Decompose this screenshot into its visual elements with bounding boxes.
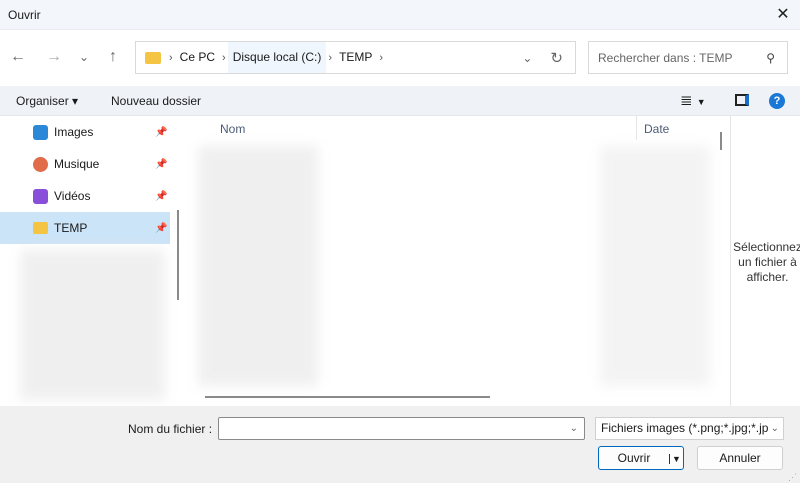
blurred-file-names [198,146,318,386]
breadcrumb-temp[interactable]: TEMP [334,42,377,73]
folder-icon [145,51,161,64]
address-bar[interactable]: › Ce PC › Disque local (C:) › TEMP › ⌄ ↻ [135,41,576,74]
open-button[interactable]: Ouvrir ▼ [598,446,684,470]
file-type-value: Fichiers images (*.png;*.jpg;*.jp [601,421,769,435]
help-icon[interactable]: ? [769,93,785,109]
separator-icon: › [328,51,333,64]
new-folder-button[interactable]: Nouveau dossier [111,94,201,108]
pin-icon[interactable]: 📌 [155,159,167,170]
blurred-file-dates [600,146,710,386]
sidebar-item-label: TEMP [54,221,88,235]
vertical-scrollbar[interactable] [720,132,722,150]
folder-icon [33,222,48,234]
chevron-down-icon: ⌄ [768,418,779,439]
preview-pane-icon[interactable] [735,94,749,106]
images-icon [33,124,48,140]
sidebar-item-label: Vidéos [54,189,91,203]
filename-label: Nom du fichier : [128,422,213,436]
open-dropdown-icon[interactable]: ▼ [669,454,681,464]
sidebar-scrollbar[interactable] [177,210,179,300]
address-dropdown-icon[interactable]: ⌄ [522,51,550,65]
refresh-icon[interactable]: ↻ [550,49,575,67]
sidebar-item-videos[interactable]: Vidéos 📌 [0,180,170,212]
organize-button[interactable]: Organiser ▾ [16,94,78,108]
column-header-name[interactable]: Nom [220,122,245,136]
pin-icon[interactable]: 📌 [155,223,167,234]
filename-input[interactable]: ⌄ [218,417,585,440]
title-bar [0,0,800,30]
search-icon: ⚲ [766,50,775,65]
cancel-button[interactable]: Annuler [697,446,783,470]
breadcrumb-ce-pc[interactable]: Ce PC [175,42,220,73]
window-title: Ouvrir [8,8,41,22]
videos-icon [33,188,48,204]
view-options-icon[interactable]: ≣ ▼ [680,91,706,109]
close-icon[interactable]: ✕ [772,4,794,26]
sidebar-item-label: Images [54,125,94,139]
resize-grip-icon[interactable]: ⋰ [788,472,797,483]
separator-icon: › [222,51,226,64]
separator-icon: › [169,51,173,64]
preview-message: Sélectionnez un fichier à afficher. [733,240,800,284]
recent-locations-icon[interactable]: ⌄ [72,45,96,69]
search-input[interactable]: Rechercher dans : TEMP ⚲ [588,41,788,74]
music-icon [33,156,48,172]
open-label: Ouvrir [617,451,651,465]
sidebar-item-images[interactable]: Images 📌 [0,116,170,148]
blurred-sidebar-items [20,250,165,400]
file-type-select[interactable]: Fichiers images (*.png;*.jpg;*.jp ⌄ [595,417,784,440]
sidebar-item-musique[interactable]: Musique 📌 [0,148,170,180]
forward-arrow-icon[interactable]: → [42,45,66,69]
search-placeholder: Rechercher dans : TEMP [598,50,733,65]
column-divider[interactable] [636,116,637,140]
horizontal-scrollbar[interactable] [205,396,490,398]
column-header-date[interactable]: Date [644,122,669,136]
pin-icon[interactable]: 📌 [155,127,167,138]
up-arrow-icon[interactable]: ↑ [101,45,125,69]
back-arrow-icon[interactable]: ← [6,45,30,69]
chevron-down-icon[interactable]: ⌄ [570,418,578,439]
breadcrumb-disque-local[interactable]: Disque local (C:) [227,42,327,73]
pin-icon[interactable]: 📌 [155,191,167,202]
sidebar-item-temp[interactable]: TEMP 📌 [0,212,170,244]
separator-icon: › [379,51,384,64]
sidebar-item-label: Musique [54,157,100,171]
